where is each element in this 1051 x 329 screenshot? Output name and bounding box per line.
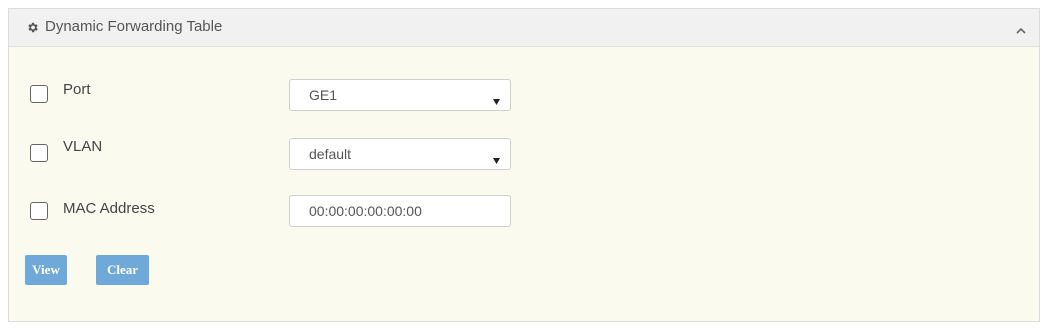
vlan-select[interactable]: default: [289, 138, 511, 170]
port-select-value: GE1: [309, 87, 338, 103]
dropdown-arrow-icon: [493, 151, 500, 164]
dynamic-forwarding-table-panel: Dynamic Forwarding Table Port GE1 VLAN d…: [8, 8, 1040, 322]
panel-header: Dynamic Forwarding Table: [9, 9, 1039, 47]
panel-title: Dynamic Forwarding Table: [45, 18, 223, 35]
port-select[interactable]: GE1: [289, 79, 511, 111]
mac-address-input[interactable]: [289, 195, 511, 227]
port-label: Port: [63, 81, 91, 98]
mac-address-checkbox[interactable]: [30, 202, 48, 220]
vlan-label: VLAN: [63, 138, 103, 155]
gear-icon: [26, 21, 39, 34]
view-button[interactable]: View: [25, 255, 67, 285]
chevron-up-icon[interactable]: [1015, 23, 1027, 34]
port-checkbox[interactable]: [30, 85, 48, 103]
mac-address-label: MAC Address: [63, 200, 155, 217]
dropdown-arrow-icon: [493, 92, 500, 105]
clear-button[interactable]: Clear: [96, 255, 149, 285]
vlan-select-value: default: [309, 146, 352, 162]
vlan-checkbox[interactable]: [30, 144, 48, 162]
